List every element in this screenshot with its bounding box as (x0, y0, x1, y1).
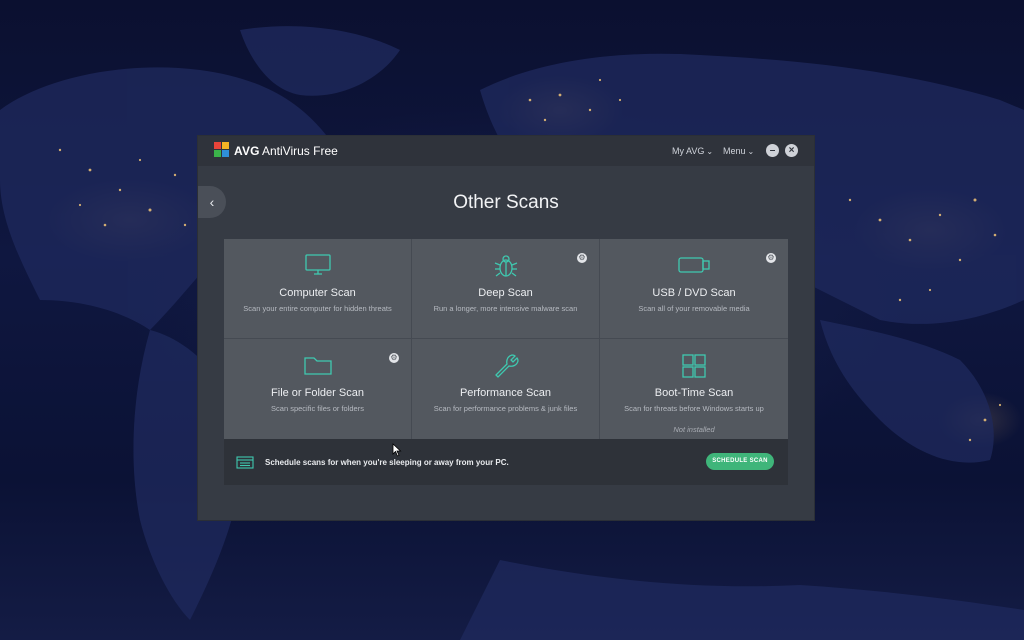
folder-icon (303, 357, 332, 375)
scan-tiles-grid: Computer Scan Scan your entire computer … (224, 239, 788, 439)
usb-drive-icon (678, 257, 710, 273)
tile-description: Scan specific files or folders (271, 404, 364, 413)
minimize-icon: – (769, 145, 776, 156)
tile-description: Scan for performance problems & junk fil… (433, 404, 578, 413)
bug-icon (494, 255, 517, 277)
chevron-down-icon: ⌄ (706, 147, 714, 156)
minimize-button[interactable]: – (766, 144, 779, 157)
my-avg-menu[interactable]: My AVG ⌄ (672, 146, 713, 156)
calendar-icon (236, 456, 254, 469)
title-bar: AVG AntiVirus Free My AVG ⌄ Menu ⌄ – × (198, 136, 814, 166)
tile-description: Scan all of your removable media (638, 304, 750, 313)
tile-boot-time-scan[interactable]: Boot-Time Scan Scan for threats before W… (600, 339, 788, 439)
monitor-icon (304, 254, 331, 275)
tile-title: Computer Scan (279, 287, 356, 299)
schedule-bar: Schedule scans for when you're sleeping … (224, 439, 788, 485)
tile-title: Deep Scan (478, 287, 533, 299)
tile-title: USB / DVD Scan (652, 287, 736, 299)
schedule-text: Schedule scans for when you're sleeping … (265, 458, 509, 467)
my-avg-label: My AVG (672, 146, 705, 156)
tile-title: Boot-Time Scan (654, 387, 734, 399)
schedule-scan-button[interactable]: SCHEDULE SCAN (706, 453, 774, 470)
menu-label: Menu (723, 146, 746, 156)
tile-description: Scan for threats before Windows starts u… (624, 404, 764, 413)
tile-computer-scan[interactable]: Computer Scan Scan your entire computer … (224, 239, 412, 339)
avg-logo-icon (214, 142, 229, 157)
not-installed-note: Not installed (673, 425, 715, 434)
tile-description: Run a longer, more intensive malware sca… (433, 304, 578, 313)
app-window: AVG AntiVirus Free My AVG ⌄ Menu ⌄ – × ‹ O… (198, 136, 814, 520)
product-name: AntiVirus Free (262, 144, 338, 158)
page-title: Other Scans (453, 192, 559, 213)
mouse-cursor-icon (392, 443, 402, 457)
tile-description: Scan your entire computer for hidden thr… (243, 304, 392, 313)
windows-icon (682, 354, 706, 378)
tile-usb-dvd-scan[interactable]: ⚙ USB / DVD Scan Scan all of your remova… (600, 239, 788, 339)
close-button[interactable]: × (785, 144, 798, 157)
tile-title: Performance Scan (459, 387, 552, 399)
main-menu[interactable]: Menu ⌄ (723, 146, 754, 156)
wrench-icon (494, 354, 519, 378)
chevron-down-icon: ⌄ (747, 147, 755, 156)
tile-performance-scan[interactable]: Performance Scan Scan for performance pr… (412, 339, 600, 439)
tile-title: File or Folder Scan (271, 387, 364, 399)
close-icon: × (788, 145, 795, 156)
brand-name: AVG (234, 144, 260, 158)
tile-file-folder-scan[interactable]: ⚙ File or Folder Scan Scan specific file… (224, 339, 412, 439)
tile-deep-scan[interactable]: ⚙ Deep Scan Run a longer, more intensive… (412, 239, 600, 339)
